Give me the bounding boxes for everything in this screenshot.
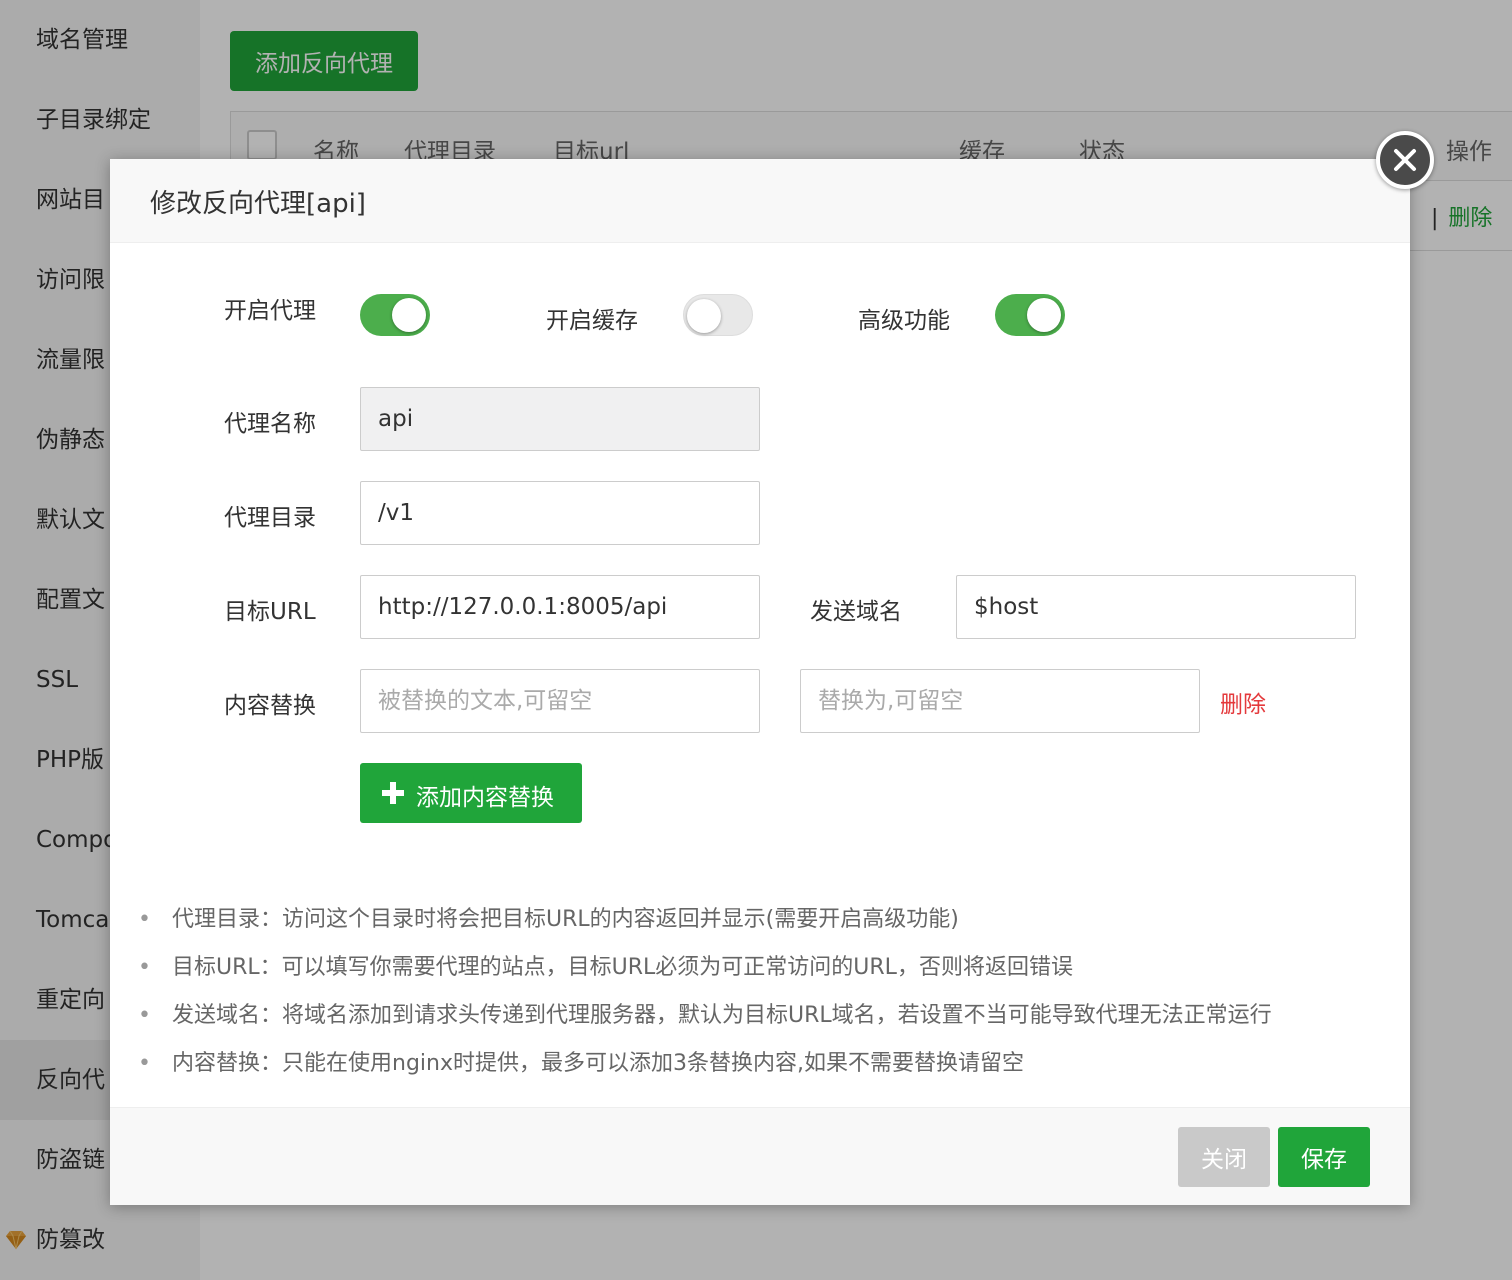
proxy-dir-input[interactable] <box>360 481 760 545</box>
proxy-name-label: 代理名称 <box>224 411 316 437</box>
close-icon <box>1394 149 1416 171</box>
target-url-input[interactable] <box>360 575 760 639</box>
toggle-knob <box>687 299 721 333</box>
replace-to-input[interactable] <box>800 669 1200 733</box>
bullet: • <box>138 955 151 980</box>
delete-replace-link[interactable]: 删除 <box>1220 685 1266 719</box>
bullet: • <box>138 1003 151 1028</box>
enable-cache-label: 开启缓存 <box>546 308 638 334</box>
toggle-knob <box>1027 298 1061 332</box>
tip-text: 代理目录：访问这个目录时将会把目标URL的内容返回并显示(需要开启高级功能) <box>172 907 959 932</box>
advanced-label: 高级功能 <box>858 308 950 334</box>
tip-text: 内容替换：只能在使用nginx时提供，最多可以添加3条替换内容,如果不需要替换请… <box>172 1051 1024 1076</box>
plus-icon <box>382 782 404 804</box>
content-replace-label: 内容替换 <box>224 693 316 719</box>
send-domain-label: 发送域名 <box>810 599 902 625</box>
add-content-replace-button[interactable]: 添加内容替换 <box>360 763 582 823</box>
toggle-knob <box>392 298 426 332</box>
tip-item: • 内容替换：只能在使用nginx时提供，最多可以添加3条替换内容,如果不需要替换… <box>138 1045 1024 1077</box>
replace-from-input[interactable] <box>360 669 760 733</box>
dialog-close-icon[interactable] <box>1376 131 1434 189</box>
proxy-name-input <box>360 387 760 451</box>
enable-cache-toggle[interactable] <box>683 294 753 336</box>
advanced-toggle[interactable] <box>995 294 1065 336</box>
bullet: • <box>138 1051 151 1076</box>
edit-proxy-dialog: 修改反向代理[api] 开启代理 开启缓存 高级功能 代理名称 代理目录 目标U… <box>110 159 1410 1205</box>
save-button[interactable]: 保存 <box>1278 1127 1370 1187</box>
close-button[interactable]: 关闭 <box>1178 1127 1270 1187</box>
add-content-replace-label: 添加内容替换 <box>416 785 554 811</box>
target-url-label: 目标URL <box>224 599 316 625</box>
proxy-dir-label: 代理目录 <box>224 505 316 531</box>
dialog-title: 修改反向代理[api] <box>150 189 366 219</box>
dialog-header: 修改反向代理[api] <box>110 159 1410 243</box>
tip-item: • 代理目录：访问这个目录时将会把目标URL的内容返回并显示(需要开启高级功能) <box>138 901 959 933</box>
dialog-footer: 关闭 保存 <box>110 1107 1410 1205</box>
enable-proxy-toggle[interactable] <box>360 294 430 336</box>
enable-proxy-label: 开启代理 <box>224 298 316 324</box>
tip-item: • 发送域名：将域名添加到请求头传递到代理服务器，默认为目标URL域名，若设置不当… <box>138 997 1272 1029</box>
tip-text: 发送域名：将域名添加到请求头传递到代理服务器，默认为目标URL域名，若设置不当可… <box>172 1003 1272 1028</box>
bullet: • <box>138 907 151 932</box>
send-domain-input[interactable] <box>956 575 1356 639</box>
tip-text: 目标URL：可以填写你需要代理的站点，目标URL必须为可正常访问的URL，否则将… <box>172 955 1073 980</box>
tip-item: • 目标URL：可以填写你需要代理的站点，目标URL必须为可正常访问的URL，否则… <box>138 949 1073 981</box>
